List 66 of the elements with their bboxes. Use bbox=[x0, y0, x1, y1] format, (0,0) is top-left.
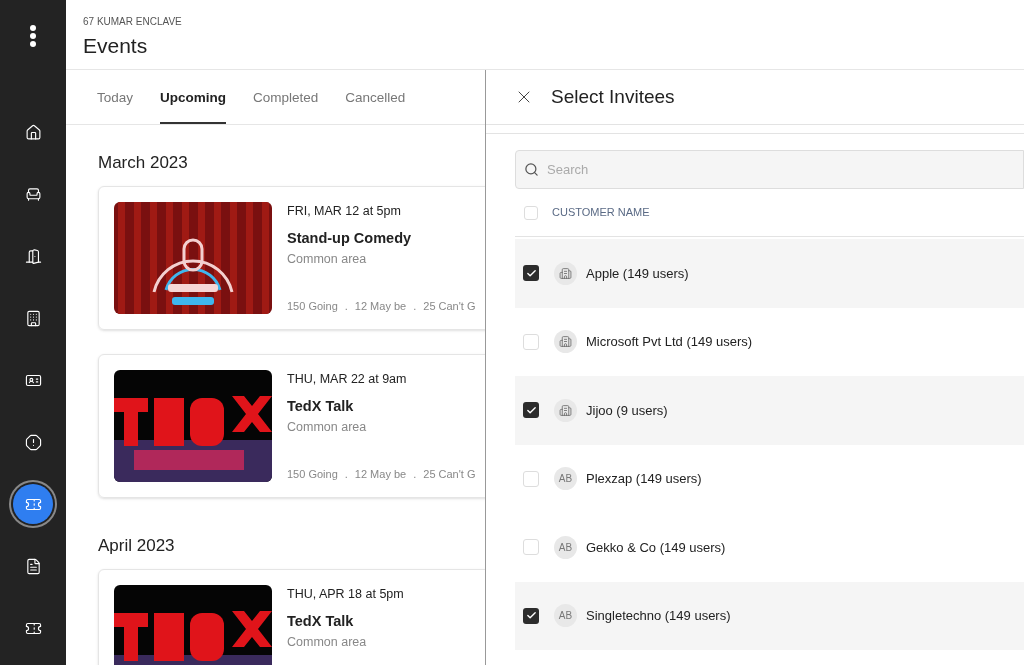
building-icon bbox=[554, 398, 577, 422]
customer-row[interactable]: Apple (149 users) bbox=[515, 239, 1024, 308]
checkbox[interactable] bbox=[523, 539, 539, 556]
customer-name: Apple (149 users) bbox=[586, 264, 689, 283]
attendance-count: 150 Going bbox=[287, 298, 338, 314]
home-icon bbox=[24, 123, 42, 141]
column-header: CUSTOMER NAME bbox=[552, 205, 650, 221]
attendance-count: 25 Can't G bbox=[423, 298, 476, 314]
drawer-title: Select Invitees bbox=[551, 84, 675, 109]
checkbox[interactable] bbox=[523, 333, 539, 350]
event-location: Common area bbox=[287, 251, 368, 267]
door-icon bbox=[24, 247, 42, 265]
separator-dot: . bbox=[413, 466, 417, 482]
tab[interactable]: Upcoming bbox=[160, 87, 227, 124]
avatar: AB bbox=[554, 604, 577, 628]
month-heading: April 2023 bbox=[98, 536, 176, 556]
document-icon bbox=[24, 557, 42, 575]
event-title: TedX Talk bbox=[287, 397, 355, 415]
tab[interactable]: Today bbox=[97, 87, 134, 124]
building-icon bbox=[24, 309, 42, 327]
attendance-count: 25 Can't G bbox=[423, 466, 476, 482]
avatar: AB bbox=[554, 467, 577, 491]
checkbox[interactable] bbox=[524, 205, 538, 220]
tab[interactable]: Cancelled bbox=[345, 87, 406, 124]
customer-name: Microsoft Pvt Ltd (149 users) bbox=[586, 333, 753, 351]
customer-row[interactable]: AB Plexzap (149 users) bbox=[515, 444, 1024, 513]
checkbox[interactable] bbox=[523, 265, 539, 282]
event-title: TedX Talk bbox=[287, 612, 355, 630]
page-title: Events bbox=[83, 33, 149, 59]
building-icon bbox=[554, 261, 577, 285]
sidebar-item[interactable] bbox=[13, 484, 53, 524]
customer-row[interactable]: Microsoft Pvt Ltd (149 users) bbox=[515, 307, 1024, 376]
attendance-count: 12 May be bbox=[354, 466, 407, 482]
event-date: FRI, MAR 12 at 5pm bbox=[287, 203, 402, 219]
checkbox[interactable] bbox=[523, 402, 539, 419]
customer-name: Gekko & Co (149 users) bbox=[586, 538, 726, 557]
attendance-count: 150 Going bbox=[287, 466, 338, 482]
event-date: THU, MAR 22 at 9am bbox=[287, 371, 408, 387]
separator-dot: . bbox=[344, 298, 348, 314]
location-label: 67 KUMAR ENCLAVE bbox=[83, 16, 183, 28]
event-location: Common area bbox=[287, 634, 368, 650]
alert-icon bbox=[24, 433, 42, 451]
month-heading: March 2023 bbox=[98, 153, 189, 173]
event-location: Common area bbox=[287, 419, 368, 435]
menu-icon[interactable] bbox=[29, 24, 37, 48]
search-icon bbox=[524, 162, 539, 177]
checkbox[interactable] bbox=[523, 607, 539, 624]
check-icon bbox=[525, 267, 537, 279]
avatar: AB bbox=[554, 535, 577, 559]
tab[interactable]: Completed bbox=[253, 87, 319, 124]
checkbox[interactable] bbox=[523, 470, 539, 487]
event-title: Stand-up Comedy bbox=[287, 229, 413, 247]
customer-name: Jijoo (9 users) bbox=[586, 401, 668, 420]
attendance-count: 12 May be bbox=[354, 298, 407, 314]
customer-name: Plexzap (149 users) bbox=[586, 470, 702, 488]
customer-name: Singletechno (149 users) bbox=[586, 607, 731, 625]
building-icon bbox=[554, 330, 577, 354]
customer-row[interactable]: AB Singletechno (149 users) bbox=[515, 581, 1024, 650]
search-field[interactable]: Search bbox=[515, 150, 1024, 189]
separator-dot: . bbox=[344, 466, 348, 482]
customer-row[interactable]: Jijoo (9 users) bbox=[515, 376, 1024, 445]
separator-dot: . bbox=[413, 298, 417, 314]
check-icon bbox=[525, 404, 537, 416]
chair-icon bbox=[24, 185, 42, 203]
event-date: THU, APR 18 at 5pm bbox=[287, 586, 404, 602]
customer-row[interactable]: AB Gekko & Co (149 users) bbox=[515, 513, 1024, 582]
